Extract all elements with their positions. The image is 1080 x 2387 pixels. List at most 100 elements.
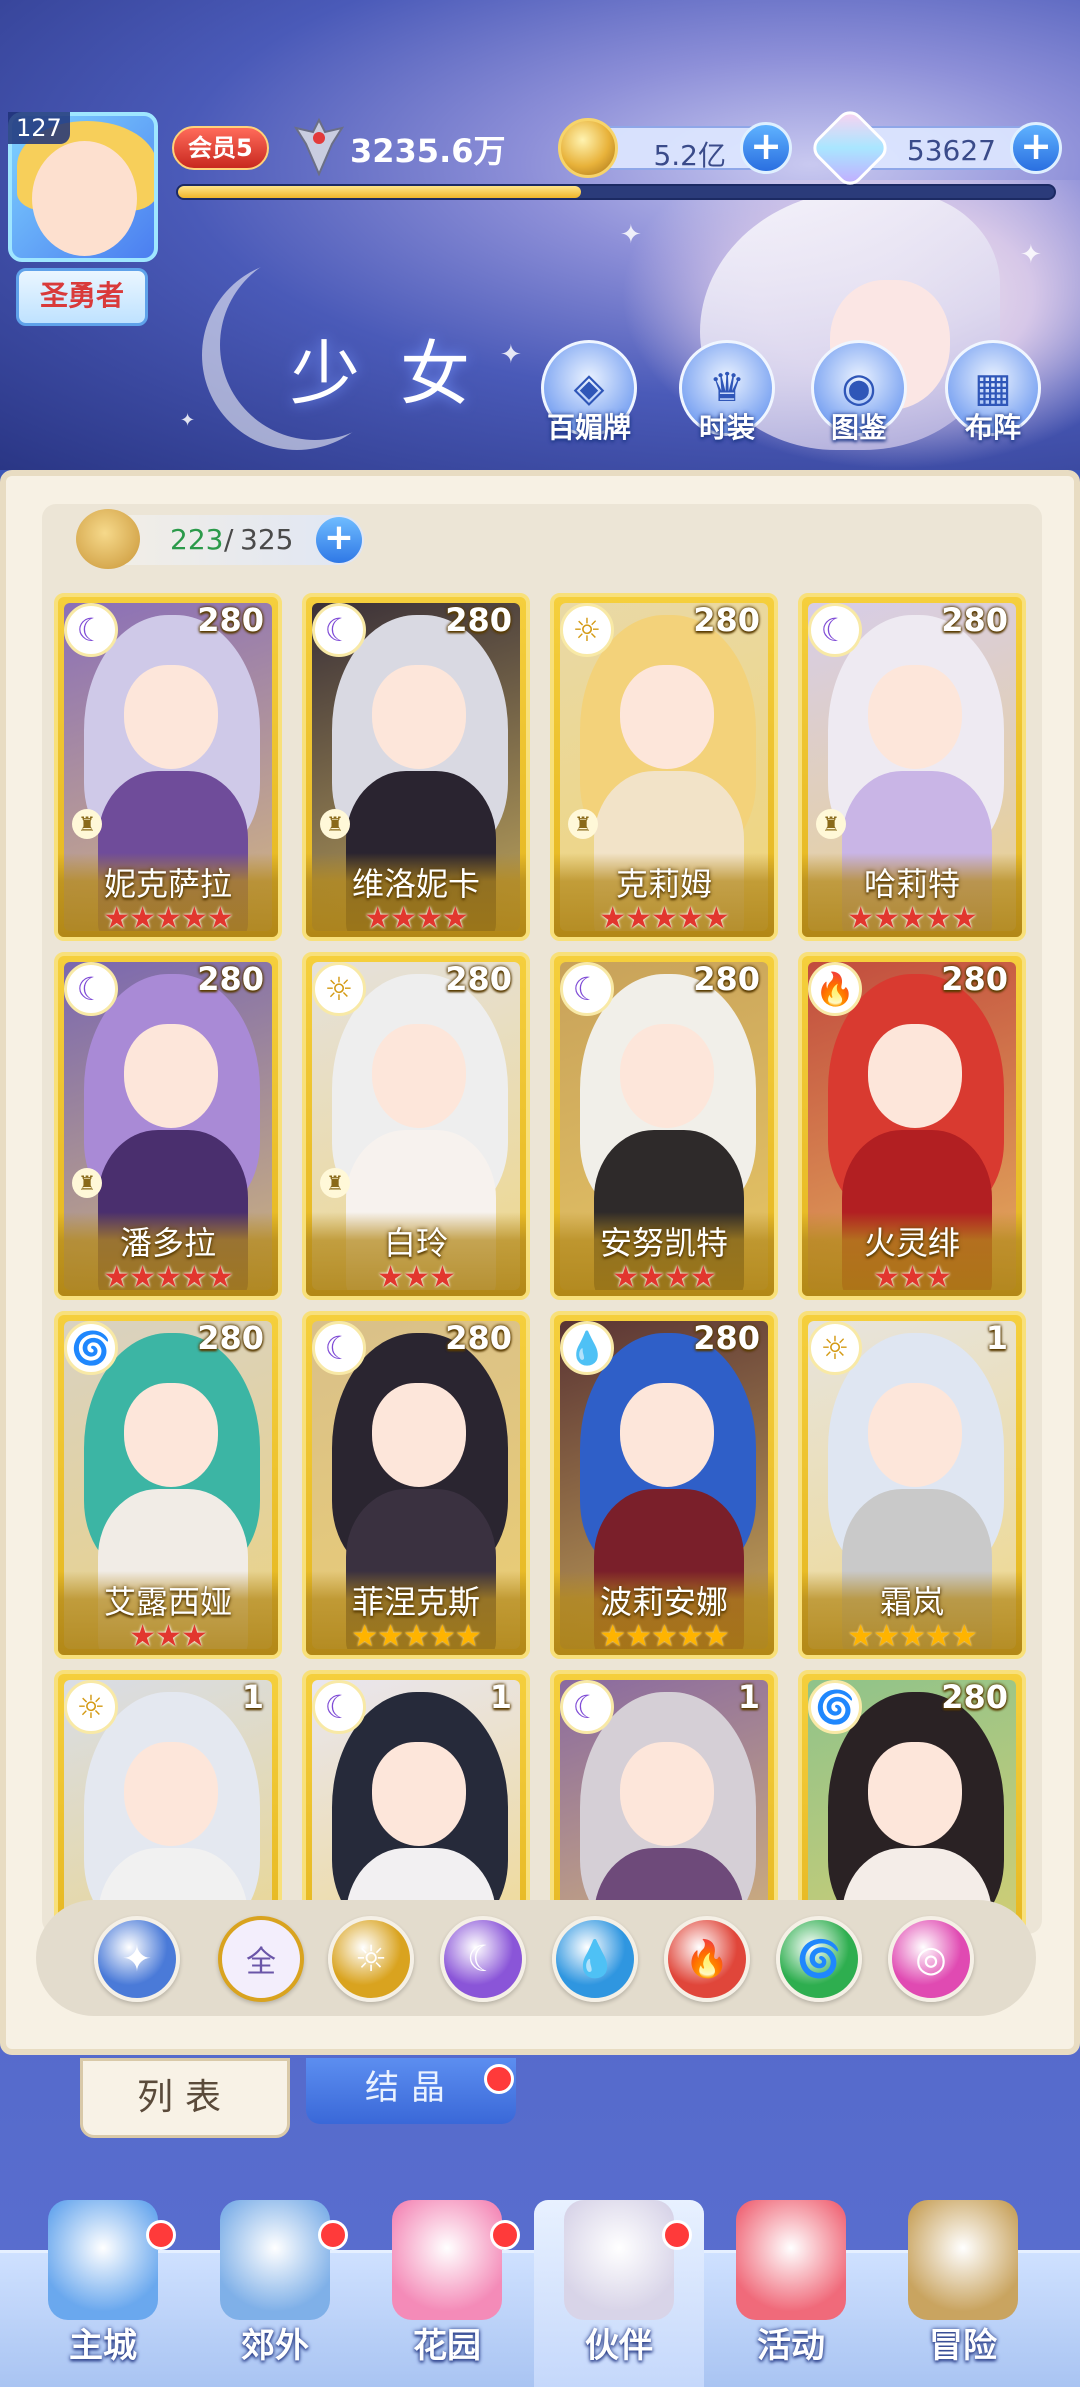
character-name: 波莉安娜	[599, 1583, 728, 1621]
element-moon-icon: ☾	[560, 1680, 614, 1734]
sparkle-icon: ✦	[180, 410, 196, 431]
nav-outfit-button[interactable]: ♛ 时装	[674, 340, 780, 450]
star-rating: ★★★★	[612, 1260, 717, 1295]
character-face	[620, 665, 714, 769]
player-level: 127	[8, 112, 70, 144]
character-card[interactable]: ☼ 1 霜岚 ★★★★★	[798, 1311, 1026, 1659]
element-moon-icon: ☾	[808, 603, 862, 657]
character-face	[124, 1383, 218, 1487]
star-rating: ★★★★★	[103, 901, 233, 936]
character-card[interactable]: ☾ 280 ♜ 潘多拉 ★★★★★	[54, 952, 282, 1300]
nav-item-label: 冒险	[929, 2326, 997, 2366]
filter-special-icon[interactable]: ✦	[94, 1916, 180, 2002]
character-card[interactable]: ☾ 280 ♜ 哈莉特 ★★★★★	[798, 593, 1026, 941]
nav-label: 百媚牌	[546, 411, 631, 444]
character-level: 1	[985, 1319, 1008, 1357]
nav-item-label: 郊外	[241, 2326, 309, 2366]
exp-bar	[176, 184, 1056, 200]
nav-card-deck-button[interactable]: ◈ 百媚牌	[536, 340, 642, 450]
filter-sun-icon[interactable]: ☼	[328, 1916, 414, 2002]
element-sun-icon: ☼	[64, 1680, 118, 1734]
bottom-nav-item[interactable]: 主城	[18, 2200, 188, 2387]
character-card[interactable]: 💧 280 波莉安娜 ★★★★★	[550, 1311, 778, 1659]
character-name: 艾露西娅	[103, 1583, 232, 1621]
tab-list[interactable]: 列表	[80, 2058, 290, 2138]
character-card[interactable]: ☾ 280 ♜ 维洛妮卡 ★★★★	[302, 593, 530, 941]
character-name: 霜岚	[879, 1583, 944, 1621]
star-rating: ★★★	[873, 1260, 952, 1295]
expand-roster-button[interactable]: +	[316, 517, 362, 563]
character-level: 280	[693, 960, 760, 998]
sword-power-icon	[293, 118, 345, 176]
nav-item-icon	[736, 2200, 846, 2320]
add-gold-button[interactable]: +	[740, 122, 792, 174]
character-level: 280	[941, 960, 1008, 998]
filter-all[interactable]: 全	[218, 1916, 304, 2002]
bottom-nav-item[interactable]: 郊外	[190, 2200, 360, 2387]
character-level: 1	[737, 1678, 760, 1716]
filter-heart-icon[interactable]: ◎	[888, 1916, 974, 2002]
character-level: 280	[941, 1678, 1008, 1716]
bottom-nav-item[interactable]: 活动	[706, 2200, 876, 2387]
character-card[interactable]: ☾ 280 菲涅克斯 ★★★★★	[302, 1311, 530, 1659]
character-face	[124, 665, 218, 769]
character-name: 维洛妮卡	[351, 865, 480, 903]
element-sun-icon: ☼	[808, 1321, 862, 1375]
bottom-nav-item[interactable]: 花园	[362, 2200, 532, 2387]
add-gem-button[interactable]: +	[1010, 122, 1062, 174]
element-fire-icon: 🔥	[808, 962, 862, 1016]
bag-icon	[76, 509, 140, 569]
character-level: 1	[489, 1678, 512, 1716]
character-card[interactable]: ☾ 280 安努凯特 ★★★★	[550, 952, 778, 1300]
nav-formation-button[interactable]: ▦ 布阵	[940, 340, 1046, 450]
element-moon-icon: ☾	[312, 1680, 366, 1734]
rook-icon: ♜	[72, 1168, 102, 1198]
character-face	[620, 1383, 714, 1487]
star-rating: ★★★★★	[599, 1619, 729, 1654]
filter-fire-icon[interactable]: 🔥	[664, 1916, 750, 2002]
gold-resource: 5.2亿 +	[558, 118, 792, 178]
character-level: 280	[445, 601, 512, 639]
player-title-badge[interactable]: 圣勇者	[16, 268, 148, 326]
nav-item-icon	[220, 2200, 330, 2320]
character-level: 1	[241, 1678, 264, 1716]
bottom-nav-item[interactable]: 冒险	[878, 2200, 1048, 2387]
gem-value: 53627	[906, 134, 996, 167]
filter-water-icon[interactable]: 💧	[552, 1916, 638, 2002]
filter-moon-icon[interactable]: ☾	[440, 1916, 526, 2002]
character-name: 安努凯特	[599, 1224, 728, 1262]
element-sun-icon: ☼	[560, 603, 614, 657]
character-face	[372, 1024, 466, 1128]
filter-all-label: 全	[246, 1945, 276, 1980]
gold-coin-icon	[558, 118, 618, 178]
gold-value: 5.2亿	[653, 139, 726, 172]
tab-crystal[interactable]: 结晶	[306, 2058, 516, 2124]
character-card[interactable]: ☾ 280 ♜ 妮克萨拉 ★★★★★	[54, 593, 282, 941]
character-level: 280	[445, 1319, 512, 1357]
rook-icon: ♜	[320, 809, 350, 839]
character-face	[372, 665, 466, 769]
notification-dot	[146, 2220, 176, 2250]
character-level: 280	[197, 1319, 264, 1357]
character-card[interactable]: ☼ 280 ♜ 白玲 ★★★	[302, 952, 530, 1300]
character-card[interactable]: ☼ 280 ♜ 克莉姆 ★★★★★	[550, 593, 778, 941]
element-moon-icon: ☾	[64, 603, 118, 657]
character-name: 克莉姆	[615, 865, 712, 903]
nav-item-label: 主城	[69, 2326, 137, 2366]
filter-wind-icon[interactable]: 🌀	[776, 1916, 862, 2002]
bottom-nav-item[interactable]: 伙伴	[534, 2200, 704, 2387]
nav-item-icon	[564, 2200, 674, 2320]
character-name: 潘多拉	[119, 1224, 216, 1262]
character-card[interactable]: 🌀 280 艾露西娅 ★★★	[54, 1311, 282, 1659]
character-name: 火灵绯	[863, 1224, 960, 1262]
character-card[interactable]: 🔥 280 火灵绯 ★★★	[798, 952, 1026, 1300]
vip-badge[interactable]: 会员5	[172, 126, 269, 170]
star-rating: ★★★★★	[599, 901, 729, 936]
element-moon-icon: ☾	[312, 603, 366, 657]
nav-codex-button[interactable]: ◉ 图鉴	[806, 340, 912, 450]
sparkle-icon: ✦	[620, 220, 642, 250]
power-value: 3235.6万	[350, 132, 506, 170]
star-rating: ★★★★★	[847, 901, 977, 936]
character-level: 280	[197, 960, 264, 998]
nav-label: 布阵	[964, 411, 1021, 444]
